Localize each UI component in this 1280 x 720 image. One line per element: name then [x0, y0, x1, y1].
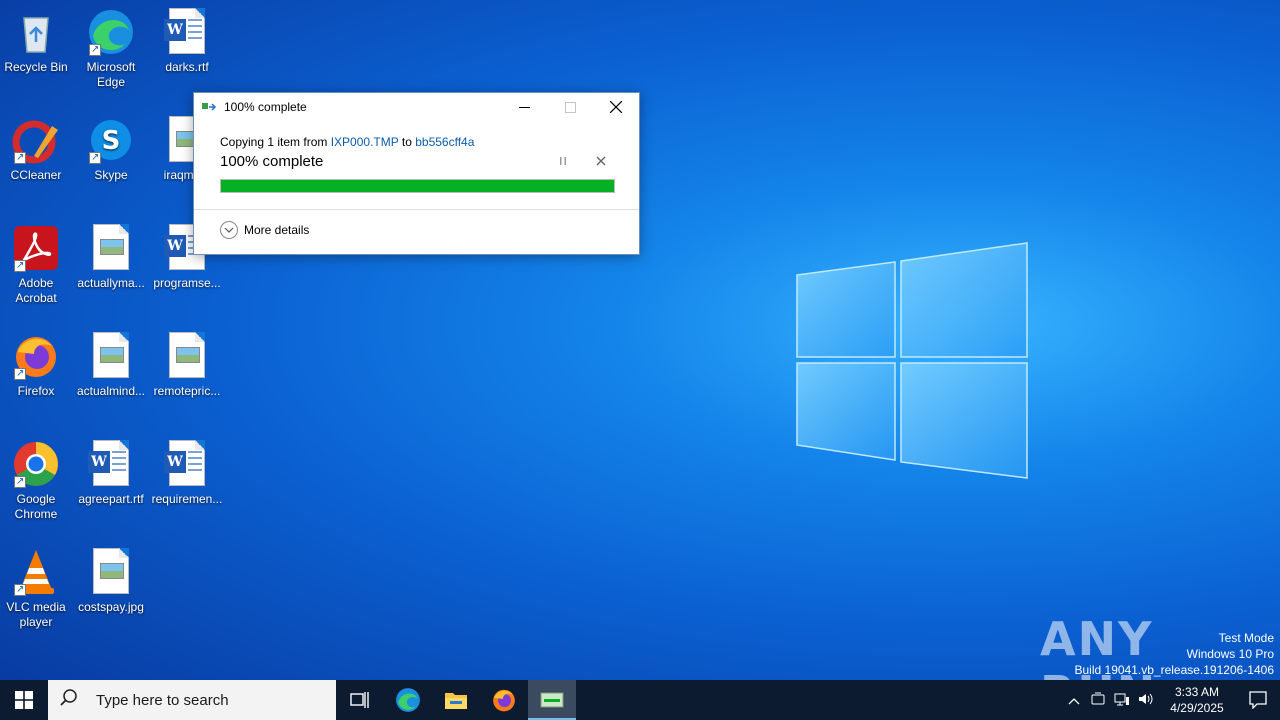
desktop-icon-vlc-media-player[interactable]: VLC media player: [0, 548, 74, 630]
word-doc-icon: W: [87, 440, 135, 488]
edge-icon: [396, 688, 420, 712]
folder-icon: [445, 693, 467, 709]
chrome-icon: [12, 440, 60, 489]
taskbar: Type here to search 3:33 AM 4/29/2025: [0, 680, 1280, 720]
desktop-icon-darks-rtf[interactable]: W darks.rtf: [149, 8, 225, 75]
desktop-icon-adobe-acrobat[interactable]: Adobe Acrobat: [0, 224, 74, 306]
svg-text:S: S: [102, 126, 121, 156]
progress-text: 100% complete: [220, 153, 324, 170]
taskbar-file-explorer-button[interactable]: [432, 680, 480, 720]
desktop-icon-ccleaner[interactable]: CCleaner: [0, 116, 74, 183]
cancel-icon: [596, 156, 606, 165]
source-link[interactable]: IXP000.TMP: [331, 135, 399, 149]
taskbar-copy-progress-button[interactable]: [528, 680, 576, 720]
build-text: Build 19041.vb_release.191206-1406: [1074, 663, 1275, 677]
desktop-icon-requiremen[interactable]: W requiremen...: [149, 440, 225, 507]
vlc-icon: [12, 548, 60, 597]
chevron-up-icon[interactable]: [1062, 693, 1086, 708]
progress-bar: [220, 179, 615, 193]
skype-icon: S: [87, 116, 135, 165]
clock-date: 4/29/2025: [1170, 701, 1224, 715]
image-file-icon: [163, 332, 211, 380]
desktop-icon-skype[interactable]: S Skype: [73, 116, 149, 183]
edge-icon: [87, 8, 135, 57]
desktop-icon-agreepart-rtf[interactable]: W agreepart.rtf: [73, 440, 149, 507]
acrobat-icon: [12, 224, 60, 273]
firefox-icon: [12, 332, 60, 381]
system-tray: 3:33 AM 4/29/2025: [1062, 680, 1280, 720]
dialog-title-bar[interactable]: 100% complete: [194, 93, 639, 121]
recycle-bin-icon: [12, 8, 60, 56]
word-doc-icon: W: [163, 440, 211, 488]
windows-start-icon: [15, 691, 33, 709]
copy-progress-icon: [540, 692, 564, 708]
taskbar-clock[interactable]: 3:33 AM 4/29/2025: [1158, 684, 1236, 716]
edition-text: Windows 10 Pro: [1186, 647, 1274, 661]
progress-bar-fill: [221, 180, 614, 192]
task-view-icon: [350, 692, 369, 708]
desktop-icon-firefox[interactable]: Firefox: [0, 332, 74, 399]
desktop-icon-microsoft-edge[interactable]: Microsoft Edge: [73, 8, 149, 90]
close-button[interactable]: [593, 93, 639, 121]
more-details-button[interactable]: More details: [194, 210, 639, 250]
maximize-button: [547, 93, 593, 121]
network-icon[interactable]: [1110, 692, 1134, 709]
destination-link[interactable]: bb556cff4a: [415, 135, 474, 149]
more-details-label: More details: [244, 223, 310, 237]
cancel-button[interactable]: [589, 155, 613, 169]
copy-icon: [202, 101, 218, 113]
start-button[interactable]: [0, 680, 48, 720]
desktop-icon-actualmind[interactable]: actualmind...: [73, 332, 149, 399]
test-mode-watermark: Test Mode Windows 10 Pro Build 19041.vb_…: [1075, 630, 1275, 678]
copy-prefix: Copying 1 item from: [220, 135, 328, 149]
close-icon: [610, 101, 622, 113]
onscreen-keyboard-icon[interactable]: [1086, 692, 1110, 709]
word-doc-icon: W: [163, 8, 211, 56]
desktop-icon-google-chrome[interactable]: Google Chrome: [0, 440, 74, 522]
minimize-button[interactable]: [501, 93, 547, 121]
image-file-icon: [87, 332, 135, 380]
minimize-icon: [518, 106, 530, 108]
volume-icon[interactable]: [1134, 692, 1158, 709]
search-placeholder: Type here to search: [96, 691, 229, 709]
ccleaner-icon: [12, 116, 60, 165]
maximize-icon: [564, 101, 576, 113]
copy-description: Copying 1 item from IXP000.TMP to bb556c…: [220, 135, 613, 149]
image-file-icon: [87, 224, 135, 272]
desktop-icon-actuallyma[interactable]: actuallyma...: [73, 224, 149, 291]
notification-icon: [1249, 691, 1267, 709]
image-file-icon: [87, 548, 135, 596]
test-mode-text: Test Mode: [1218, 631, 1274, 645]
taskbar-search-box[interactable]: Type here to search: [48, 680, 336, 720]
desktop-icon-recycle-bin[interactable]: Recycle Bin: [0, 8, 74, 75]
search-icon: [60, 689, 82, 711]
firefox-icon: [493, 689, 515, 712]
dialog-title: 100% complete: [224, 100, 307, 114]
task-view-button[interactable]: [336, 680, 384, 720]
windows-wallpaper-logo: [796, 242, 1028, 479]
desktop-icon-remotepric[interactable]: remotepric...: [149, 332, 225, 399]
pause-icon: [560, 156, 566, 165]
desktop-icon-costspay-jpg[interactable]: costspay.jpg: [73, 548, 149, 615]
clock-time: 3:33 AM: [1174, 685, 1220, 699]
taskbar-edge-button[interactable]: [384, 680, 432, 720]
pause-button[interactable]: [551, 155, 575, 169]
chevron-down-icon: [220, 221, 238, 239]
taskbar-firefox-button[interactable]: [480, 680, 528, 720]
to-word: to: [401, 135, 412, 149]
notification-center-button[interactable]: [1236, 691, 1280, 709]
copy-progress-dialog: 100% complete Copying 1 item from IXP000…: [193, 92, 640, 255]
